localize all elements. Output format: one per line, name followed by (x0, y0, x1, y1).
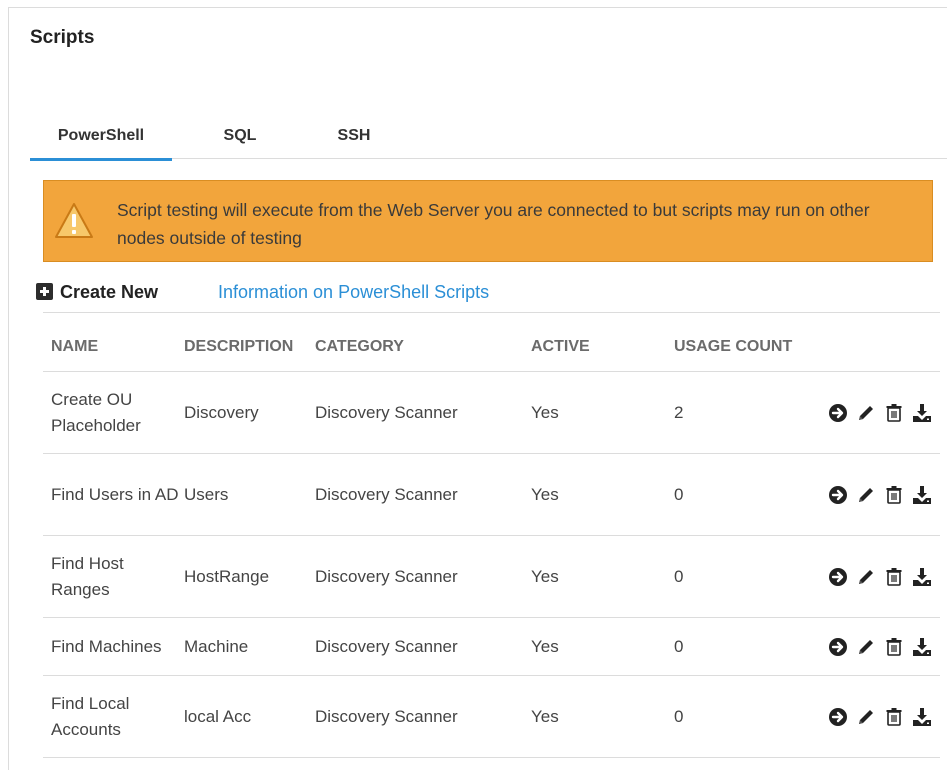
script-usage-count: 0 (674, 636, 684, 656)
delete-trash-icon[interactable] (884, 567, 904, 587)
tab-powershell[interactable]: PowerShell (30, 121, 172, 161)
script-name: Find Machines (51, 636, 162, 656)
edit-pencil-icon[interactable] (856, 403, 876, 423)
download-icon[interactable] (912, 637, 932, 657)
run-icon[interactable] (828, 403, 848, 423)
table-row: Find Users in AD Users Discovery Scanner Ye… (43, 454, 940, 536)
edit-pencil-icon[interactable] (856, 485, 876, 505)
script-category: Discovery Scanner (315, 484, 458, 504)
tab-sql[interactable]: SQL (215, 121, 265, 158)
table-row: Find Local Accounts local Acc Discovery Sc… (43, 676, 940, 758)
script-name: Find Users in AD (51, 484, 179, 504)
delete-trash-icon[interactable] (884, 485, 904, 505)
download-icon[interactable] (912, 707, 932, 727)
column-header-active[interactable]: ACTIVE (531, 338, 590, 356)
script-active: Yes (531, 402, 559, 422)
edit-pencil-icon[interactable] (856, 567, 876, 587)
script-usage-count: 0 (674, 484, 684, 504)
script-description: Discovery (184, 402, 259, 422)
script-name: Find Local Accounts (51, 693, 130, 739)
row-actions (828, 707, 932, 727)
table-header: NAME DESCRIPTION CATEGORY ACTIVE USAGE C… (43, 312, 940, 372)
script-description: HostRange (184, 566, 270, 586)
plus-square-icon (36, 283, 53, 300)
table-row: Create OU Placeholder Discovery Discovery … (43, 372, 940, 454)
download-icon[interactable] (912, 485, 932, 505)
warning-icon (55, 203, 93, 238)
script-name: Find Host Ranges (51, 553, 124, 599)
script-usage-count: 2 (674, 402, 684, 422)
alert-message: Script testing will execute from the Web… (117, 200, 870, 248)
powershell-info-link[interactable]: Information on PowerShell Scripts (218, 281, 489, 303)
column-header-category[interactable]: CATEGORY (315, 338, 404, 356)
script-usage-count: 0 (674, 706, 684, 726)
delete-trash-icon[interactable] (884, 707, 904, 727)
row-actions (828, 403, 932, 423)
script-active: Yes (531, 636, 559, 656)
script-category: Discovery Scanner (315, 402, 458, 422)
create-new-label: Create New (60, 282, 159, 302)
table-row: Find Host Ranges HostRange Discovery Scann… (43, 536, 940, 618)
run-icon[interactable] (828, 637, 848, 657)
delete-trash-icon[interactable] (884, 403, 904, 423)
script-category: Discovery Scanner (315, 706, 458, 726)
run-icon[interactable] (828, 485, 848, 505)
script-category: Discovery Scanner (315, 636, 458, 656)
script-active: Yes (531, 484, 559, 504)
script-description: local Acc (184, 706, 252, 726)
run-icon[interactable] (828, 567, 848, 587)
column-header-name[interactable]: NAME (51, 338, 98, 356)
download-icon[interactable] (912, 567, 932, 587)
edit-pencil-icon[interactable] (856, 707, 876, 727)
tab-ssh[interactable]: SSH (324, 121, 384, 158)
script-usage-count: 0 (674, 566, 684, 586)
script-category: Discovery Scanner (315, 566, 458, 586)
script-description: Machine (184, 636, 249, 656)
table-row: Find Machines Machine Discovery Scanner Yes… (43, 618, 940, 676)
script-name: Create OU Placeholder (51, 389, 141, 435)
warning-alert: Script testing will execute from the Web… (43, 180, 933, 262)
row-actions (828, 637, 932, 657)
edit-pencil-icon[interactable] (856, 637, 876, 657)
script-description: Users (184, 484, 229, 504)
script-active: Yes (531, 566, 559, 586)
delete-trash-icon[interactable] (884, 637, 904, 657)
row-actions (828, 485, 932, 505)
row-actions (828, 567, 932, 587)
column-header-description[interactable]: DESCRIPTION (184, 338, 293, 356)
script-active: Yes (531, 706, 559, 726)
create-new-button[interactable]: Create New (36, 281, 158, 303)
page-title: Scripts (30, 27, 95, 48)
run-icon[interactable] (828, 707, 848, 727)
column-header-usage-count[interactable]: USAGE COUNT (674, 338, 792, 356)
download-icon[interactable] (912, 403, 932, 423)
script-type-tabs: PowerShell SQL SSH (30, 121, 947, 161)
scripts-table: NAME DESCRIPTION CATEGORY ACTIVE USAGE C… (43, 312, 940, 758)
